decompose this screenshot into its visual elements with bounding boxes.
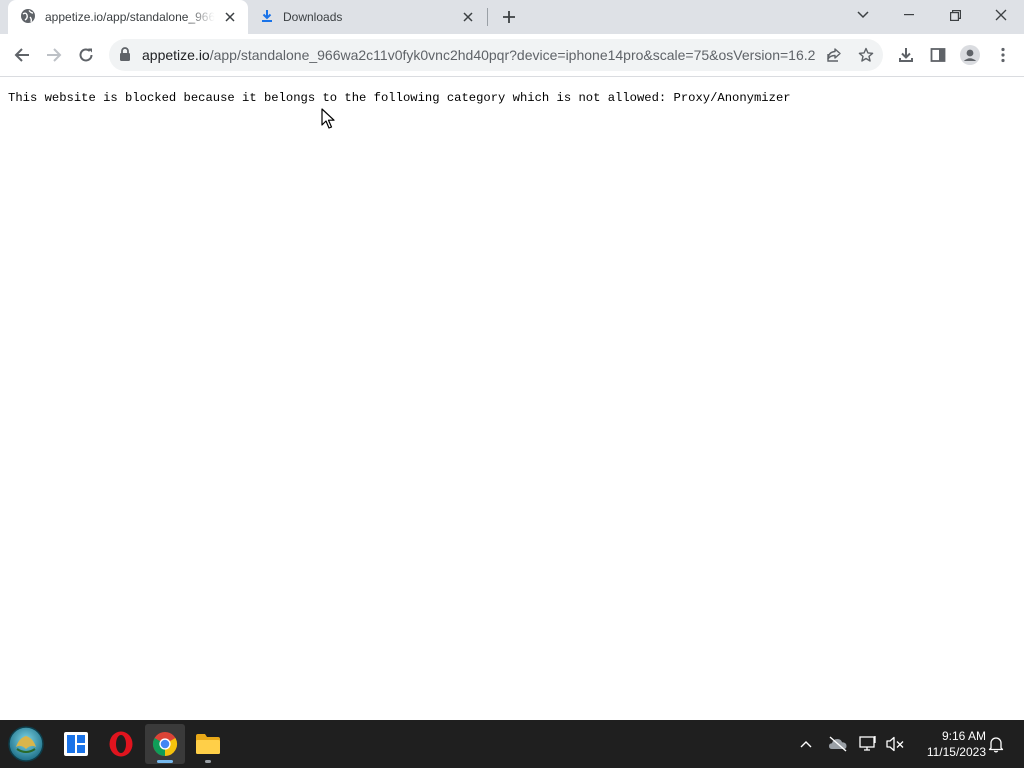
url-host: appetize.io xyxy=(142,47,210,63)
minimize-icon xyxy=(904,14,914,16)
download-icon xyxy=(899,48,913,62)
tab-search-button[interactable] xyxy=(840,0,886,30)
forward-arrow-icon xyxy=(47,48,62,62)
restore-icon xyxy=(949,9,961,21)
star-icon xyxy=(858,47,874,62)
back-arrow-icon xyxy=(14,48,29,62)
show-hidden-icons-button[interactable] xyxy=(794,732,818,756)
task-view-icon xyxy=(64,732,88,756)
tab-downloads[interactable]: Downloads xyxy=(250,0,486,34)
start-button[interactable] xyxy=(6,724,46,764)
lock-icon[interactable] xyxy=(119,47,131,67)
address-bar[interactable]: appetize.io/app/standalone_966wa2c11v0fy… xyxy=(109,39,883,71)
browser-toolbar: appetize.io/app/standalone_966wa2c11v0fy… xyxy=(0,34,1024,77)
clock-date: 11/15/2023 xyxy=(926,745,986,759)
volume-tray[interactable] xyxy=(883,732,907,756)
url-path: /app/standalone_966wa2c11v0fyk0vnc2hd40p… xyxy=(209,47,816,63)
notification-button[interactable] xyxy=(984,732,1008,756)
globe-icon xyxy=(20,8,36,27)
display-icon xyxy=(859,736,876,751)
forward-button[interactable] xyxy=(39,40,69,70)
share-button[interactable] xyxy=(821,42,847,68)
reload-button[interactable] xyxy=(71,40,101,70)
onedrive-icon xyxy=(829,736,847,752)
close-tab-icon[interactable] xyxy=(218,5,242,29)
notification-icon xyxy=(988,737,1004,753)
url-text[interactable]: appetize.io/app/standalone_966wa2c11v0fy… xyxy=(142,47,818,63)
opera-app[interactable] xyxy=(101,724,141,764)
tab-appetize[interactable]: appetize.io/app/standalone_966wa2c11v0fy… xyxy=(8,0,248,34)
side-panel-icon xyxy=(930,48,946,62)
volume-muted-icon xyxy=(886,736,904,752)
display-tray[interactable] xyxy=(857,732,881,756)
tab-title: Downloads xyxy=(283,10,343,24)
menu-button[interactable] xyxy=(988,40,1018,70)
opera-icon xyxy=(109,731,133,757)
running-indicator xyxy=(205,760,211,763)
profile-avatar-icon xyxy=(960,45,980,65)
active-indicator xyxy=(157,760,173,763)
file-explorer-icon xyxy=(196,734,220,754)
profile-button[interactable] xyxy=(955,40,985,70)
minimize-button[interactable] xyxy=(886,0,932,30)
back-button[interactable] xyxy=(7,40,37,70)
side-panel-button[interactable] xyxy=(923,40,953,70)
bookmark-button[interactable] xyxy=(853,42,879,68)
file-explorer-app[interactable] xyxy=(188,724,228,764)
page-content: This website is blocked because it belon… xyxy=(0,78,1024,720)
taskbar: 9:16 AM 11/15/2023 xyxy=(0,720,1024,768)
system-clock[interactable]: 9:16 AM 11/15/2023 xyxy=(914,728,986,760)
close-tab-icon[interactable] xyxy=(456,5,480,29)
new-tab-button[interactable] xyxy=(497,5,521,29)
plus-icon xyxy=(503,11,515,23)
chrome-icon xyxy=(152,732,178,756)
chrome-app[interactable] xyxy=(145,724,185,764)
download-icon xyxy=(260,9,274,26)
start-icon xyxy=(8,726,44,762)
chevron-down-icon xyxy=(857,11,869,19)
chevron-up-icon xyxy=(800,741,812,748)
downloads-button[interactable] xyxy=(891,40,921,70)
task-view-button[interactable] xyxy=(56,724,96,764)
restore-button[interactable] xyxy=(932,0,978,30)
tab-separator xyxy=(487,8,488,26)
close-icon xyxy=(995,9,1007,21)
close-window-button[interactable] xyxy=(978,0,1024,30)
clock-time: 9:16 AM xyxy=(941,729,986,743)
mouse-cursor-icon xyxy=(321,108,335,135)
share-icon xyxy=(827,48,841,62)
tab-title: appetize.io/app/standalone_966wa2c11v0fy… xyxy=(45,10,218,24)
tab-strip: appetize.io/app/standalone_966wa2c11v0fy… xyxy=(0,0,1024,34)
blocked-message: This website is blocked because it belon… xyxy=(8,91,791,105)
onedrive-tray[interactable] xyxy=(826,732,850,756)
reload-icon xyxy=(79,48,93,62)
kebab-menu-icon xyxy=(1001,47,1005,63)
